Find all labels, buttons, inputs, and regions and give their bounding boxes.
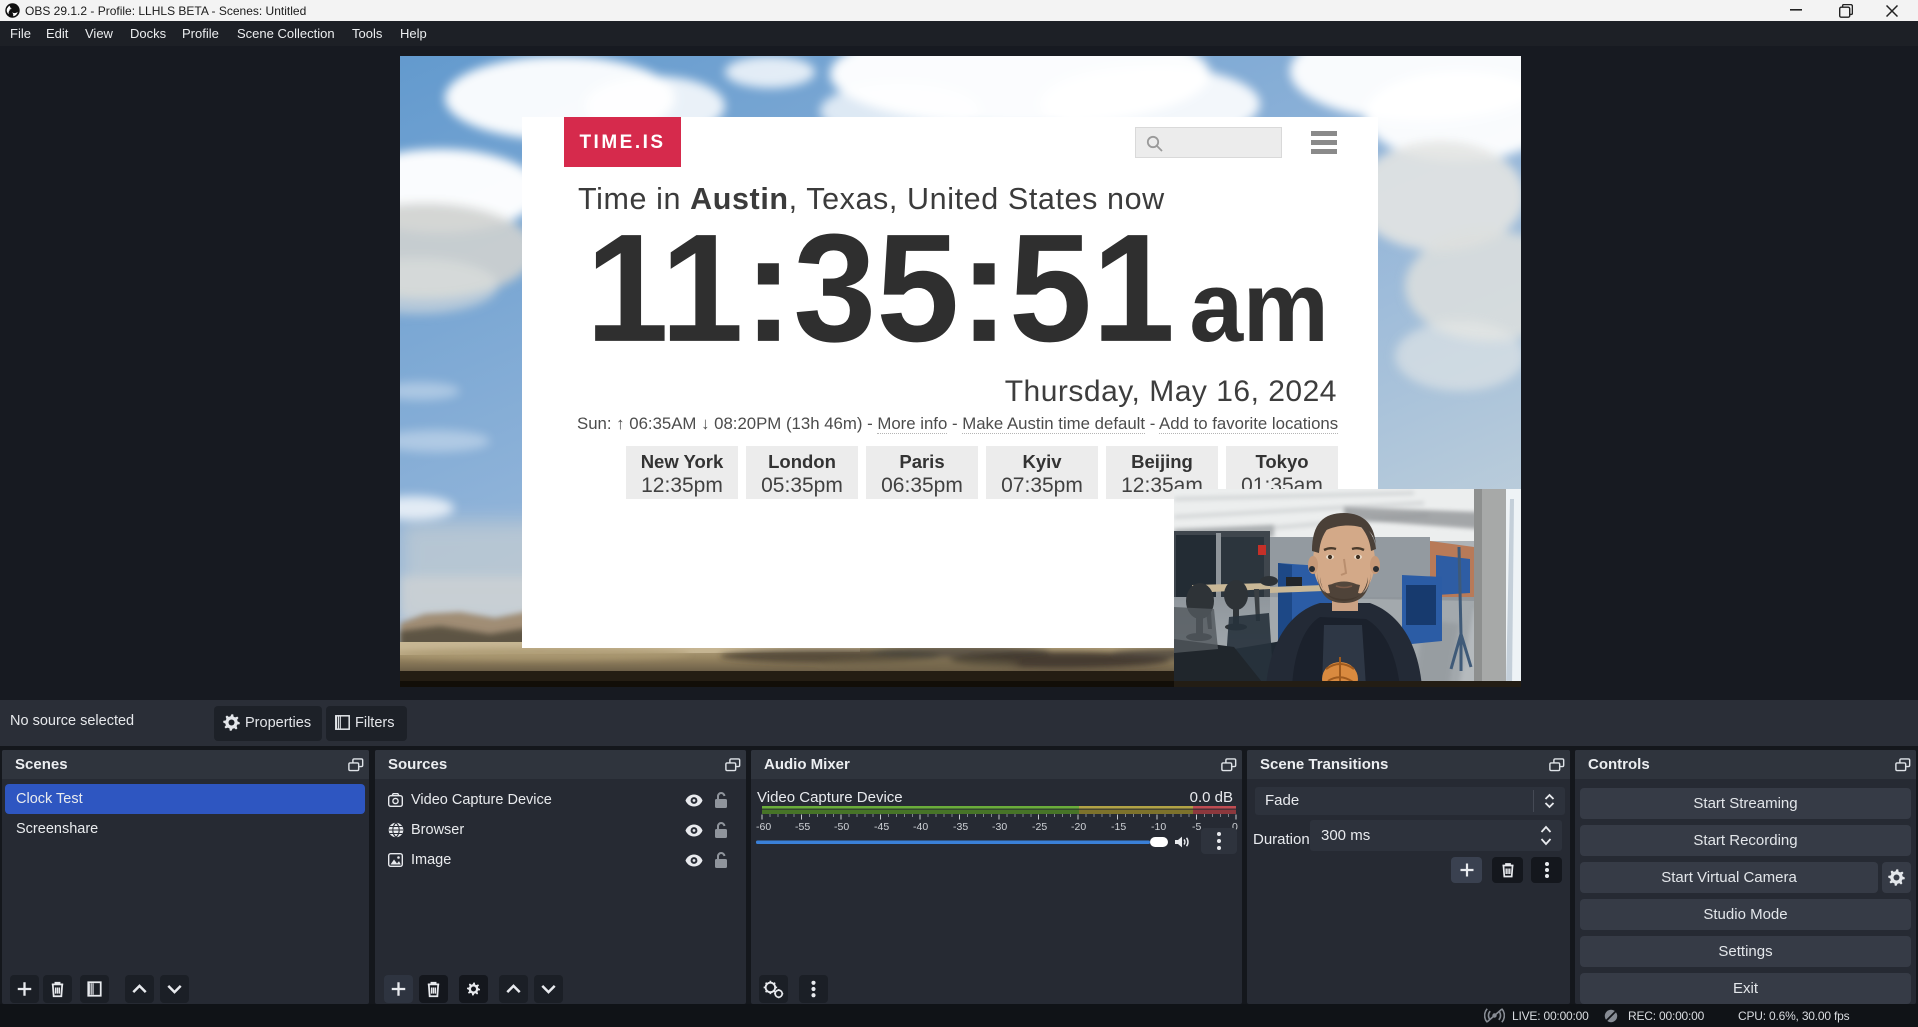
svg-text:-40: -40 <box>913 821 928 833</box>
svg-text:-45: -45 <box>874 821 889 833</box>
svg-text:-30: -30 <box>992 821 1007 833</box>
svg-text:-60: -60 <box>756 821 771 833</box>
svg-text:-15: -15 <box>1111 821 1126 833</box>
svg-text:-50: -50 <box>834 821 849 833</box>
svg-text:-25: -25 <box>1032 821 1047 833</box>
svg-text:-10: -10 <box>1151 821 1166 833</box>
svg-text:-20: -20 <box>1071 821 1086 833</box>
svg-text:-35: -35 <box>953 821 968 833</box>
svg-text:-55: -55 <box>795 821 810 833</box>
